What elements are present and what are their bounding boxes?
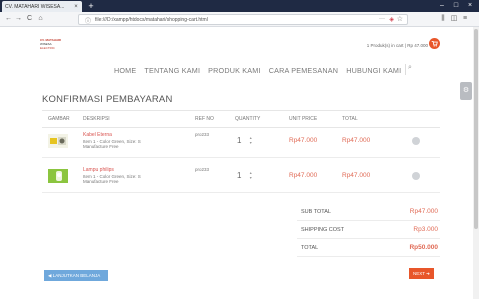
col-header-unit-price: UNIT PRICE bbox=[289, 116, 318, 122]
library-icon[interactable]: ⫼ bbox=[438, 14, 448, 24]
info-icon: ⓘ bbox=[85, 19, 92, 25]
site-logo[interactable]: CV. MATAHARI WISESA ELECTRIC bbox=[40, 38, 62, 51]
search-icon[interactable]: ⌕ bbox=[408, 64, 412, 72]
shipping-value: Rp3.000 bbox=[413, 226, 438, 233]
remove-item-icon[interactable] bbox=[412, 137, 420, 145]
close-window-icon[interactable]: × bbox=[464, 1, 476, 11]
product-note: Manufacture Free bbox=[83, 179, 119, 184]
product-name[interactable]: Kabel Eterna bbox=[83, 132, 112, 138]
cart-icon[interactable] bbox=[429, 38, 440, 49]
row-total: Rp47.000 bbox=[342, 172, 371, 179]
unit-price: Rp47.000 bbox=[289, 172, 318, 179]
shipping-label: SHIPPING COST bbox=[301, 227, 345, 233]
bookmark-star-icon[interactable]: ☆ bbox=[397, 15, 403, 23]
quantity-value[interactable]: 1 bbox=[237, 136, 241, 145]
row-total: Rp47.000 bbox=[342, 137, 371, 144]
quantity-spin-icon[interactable]: ▲ ▼ bbox=[249, 136, 252, 146]
product-name[interactable]: Lampu philips bbox=[83, 167, 114, 173]
table-row: Lampu philips Item 1 - Color Green, Size… bbox=[42, 163, 440, 193]
col-header-total: TOTAL bbox=[342, 116, 358, 122]
col-header-gambar: GAMBAR bbox=[48, 116, 70, 122]
product-image[interactable] bbox=[48, 134, 68, 148]
quantity-stepper[interactable]: 1 ▲ ▼ bbox=[235, 171, 257, 183]
table-row: Kabel Eterna Item 1 - Color Green, Size:… bbox=[42, 128, 440, 158]
nav-item-tentang-kami[interactable]: TENTANG KAMI bbox=[144, 66, 200, 75]
home-icon[interactable]: ⌂ bbox=[36, 14, 45, 24]
new-tab-button[interactable]: + bbox=[86, 1, 96, 11]
quantity-spin-icon[interactable]: ▲ ▼ bbox=[249, 171, 252, 181]
page-actions-icon[interactable]: ··· bbox=[379, 16, 385, 22]
nav-item-home[interactable]: HOME bbox=[114, 66, 136, 75]
quantity-value[interactable]: 1 bbox=[237, 171, 241, 180]
page-title: KONFIRMASI PEMBAYARAN bbox=[42, 94, 173, 105]
cart-glyph-icon bbox=[431, 40, 438, 47]
maximize-icon[interactable]: □ bbox=[450, 1, 462, 11]
nav-item-cara-pemesanan[interactable]: CARA PEMESANAN bbox=[269, 66, 339, 75]
continue-shopping-button[interactable]: ◀ LANJUTKAN BELANJA bbox=[44, 270, 108, 281]
total-value: Rp50.000 bbox=[409, 244, 438, 251]
col-header-quantity: QUANTITY bbox=[235, 116, 261, 122]
nav-item-hubungi-kami[interactable]: HUBUNGI KAMI bbox=[346, 66, 401, 75]
col-header-deskripsi: DESKRIPSI bbox=[83, 116, 110, 122]
close-tab-icon[interactable]: × bbox=[73, 4, 79, 10]
subtotal-row: SUB TOTAL Rp47.000 bbox=[297, 203, 440, 221]
browser-tab[interactable]: CV. MATAHARI WISESA... × bbox=[2, 1, 82, 12]
menu-icon[interactable]: ≡ bbox=[460, 14, 470, 24]
browser-toolbar: ← → C ⌂ ⓘ file:///D:/xampp/htdocs/mataha… bbox=[0, 12, 479, 27]
next-button[interactable]: NEXT ➜ bbox=[409, 268, 434, 279]
ref-no: pro233 bbox=[195, 132, 210, 137]
nav-divider bbox=[405, 64, 406, 75]
subtotal-value: Rp47.000 bbox=[409, 208, 438, 215]
browser-titlebar: CV. MATAHARI WISESA... × + – □ × bbox=[0, 0, 479, 12]
minimize-icon[interactable]: – bbox=[436, 1, 448, 11]
total-row: TOTAL Rp50.000 bbox=[297, 239, 440, 257]
settings-widget-icon[interactable]: ⚙ bbox=[460, 82, 472, 100]
product-image[interactable] bbox=[48, 169, 68, 183]
reload-icon[interactable]: C bbox=[25, 14, 34, 24]
unit-price: Rp47.000 bbox=[289, 137, 318, 144]
cart-summary[interactable]: 1 Produk(s) in cart | Rp 47.000 bbox=[350, 43, 428, 48]
forward-icon[interactable]: → bbox=[14, 14, 23, 24]
col-header-ref: REF NO bbox=[195, 116, 214, 122]
table-header: GAMBAR DESKRIPSI REF NO QUANTITY UNIT PR… bbox=[42, 110, 440, 128]
main-nav: HOME TENTANG KAMI PRODUK KAMI CARA PEMES… bbox=[114, 64, 409, 76]
quantity-stepper[interactable]: 1 ▲ ▼ bbox=[235, 136, 257, 148]
nav-item-produk-kami[interactable]: PRODUK KAMI bbox=[208, 66, 261, 75]
remove-item-icon[interactable] bbox=[412, 172, 420, 180]
pocket-icon[interactable]: ◈ bbox=[389, 16, 394, 23]
address-bar[interactable]: ⓘ file:///D:/xampp/htdocs/matahari/shopp… bbox=[78, 14, 408, 25]
back-icon[interactable]: ← bbox=[4, 14, 13, 24]
sidebar-icon[interactable]: ◫ bbox=[449, 14, 459, 24]
tab-title: CV. MATAHARI WISESA... bbox=[5, 3, 65, 10]
total-label: TOTAL bbox=[301, 245, 319, 251]
subtotal-label: SUB TOTAL bbox=[301, 209, 331, 215]
scrollbar-thumb[interactable] bbox=[474, 29, 478, 229]
shipping-row: SHIPPING COST Rp3.000 bbox=[297, 221, 440, 239]
ref-no: pro233 bbox=[195, 167, 210, 172]
page-scrollbar[interactable] bbox=[473, 27, 479, 299]
logo-line-3: ELECTRIC bbox=[40, 46, 55, 50]
url-text[interactable]: file:///D:/xampp/htdocs/matahari/shoppin… bbox=[95, 17, 208, 23]
product-note: Manufacture Free bbox=[83, 144, 119, 149]
